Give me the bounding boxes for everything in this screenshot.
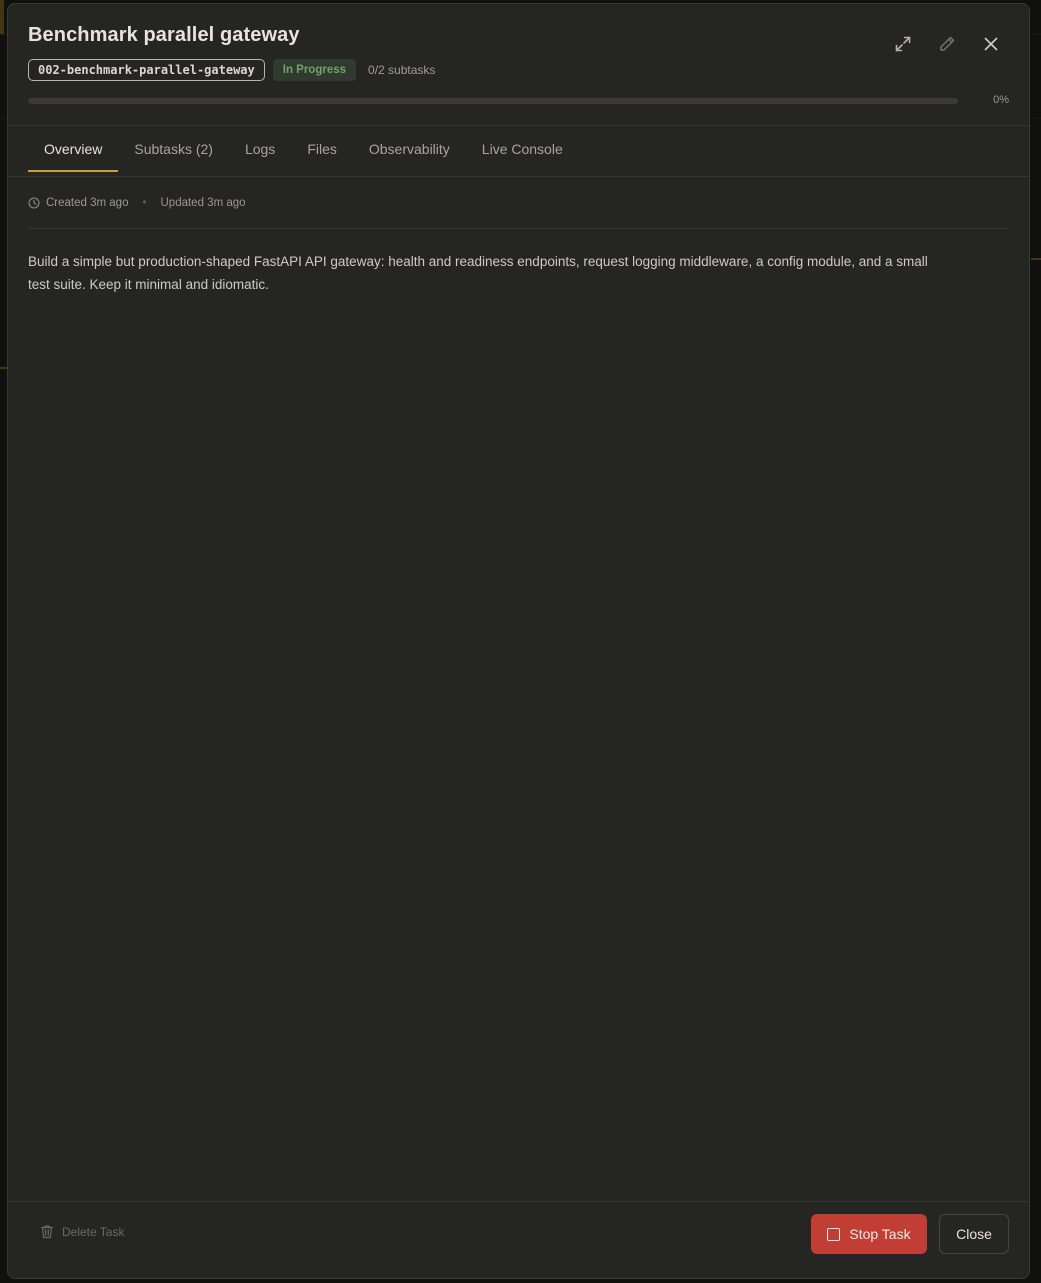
timestamps: Created 3m ago • Updated 3m ago [28,197,246,209]
task-id-badge: 002-benchmark-parallel-gateway [28,59,265,81]
status-badge: In Progress [272,59,357,81]
stop-icon [827,1227,841,1241]
pencil-icon [940,36,955,51]
close-modal-button[interactable]: Close [939,1214,1009,1254]
modal-footer: Delete Task Stop Task Close [8,1201,1029,1278]
expand-button[interactable] [885,30,921,58]
clock-icon [28,197,40,209]
tab-live-console[interactable]: Live Console [466,126,579,174]
trash-icon [40,1225,54,1239]
stop-task-button[interactable]: Stop Task [811,1214,927,1254]
overview-divider [28,228,1009,229]
tab-bar: Overview Subtasks (2) Logs Files Observa… [28,126,579,174]
progress-bar [28,98,958,104]
close-button[interactable] [973,30,1009,58]
modal-header: Benchmark parallel gateway 002-benchmark… [8,4,1029,126]
tab-logs[interactable]: Logs [229,126,291,174]
task-description: Build a simple but production-shaped Fas… [28,254,928,292]
task-meta: 002-benchmark-parallel-gateway In Progre… [28,59,435,81]
expand-icon [895,36,911,52]
tab-subtasks[interactable]: Subtasks (2) [118,126,229,174]
task-title: Benchmark parallel gateway [28,24,300,46]
timestamp-separator: • [142,197,147,209]
tab-overview[interactable]: Overview [28,126,119,174]
updated-timestamp: Updated 3m ago [160,197,246,209]
task-detail-modal: Benchmark parallel gateway 002-benchmark… [7,3,1030,1279]
edit-button[interactable] [929,30,965,58]
created-timestamp: Created 3m ago [46,197,129,209]
tab-observability[interactable]: Observability [353,126,466,174]
delete-task-label: Delete Task [62,1224,125,1239]
stop-task-label: Stop Task [849,1226,911,1242]
header-actions [885,30,1009,58]
close-icon [984,37,998,51]
tab-files[interactable]: Files [291,126,353,174]
subtask-count: 0/2 subtasks [368,63,436,77]
delete-task-button[interactable]: Delete Task [40,1224,124,1239]
progress-label: 0% [993,94,1009,106]
tabs-divider [8,176,1029,177]
